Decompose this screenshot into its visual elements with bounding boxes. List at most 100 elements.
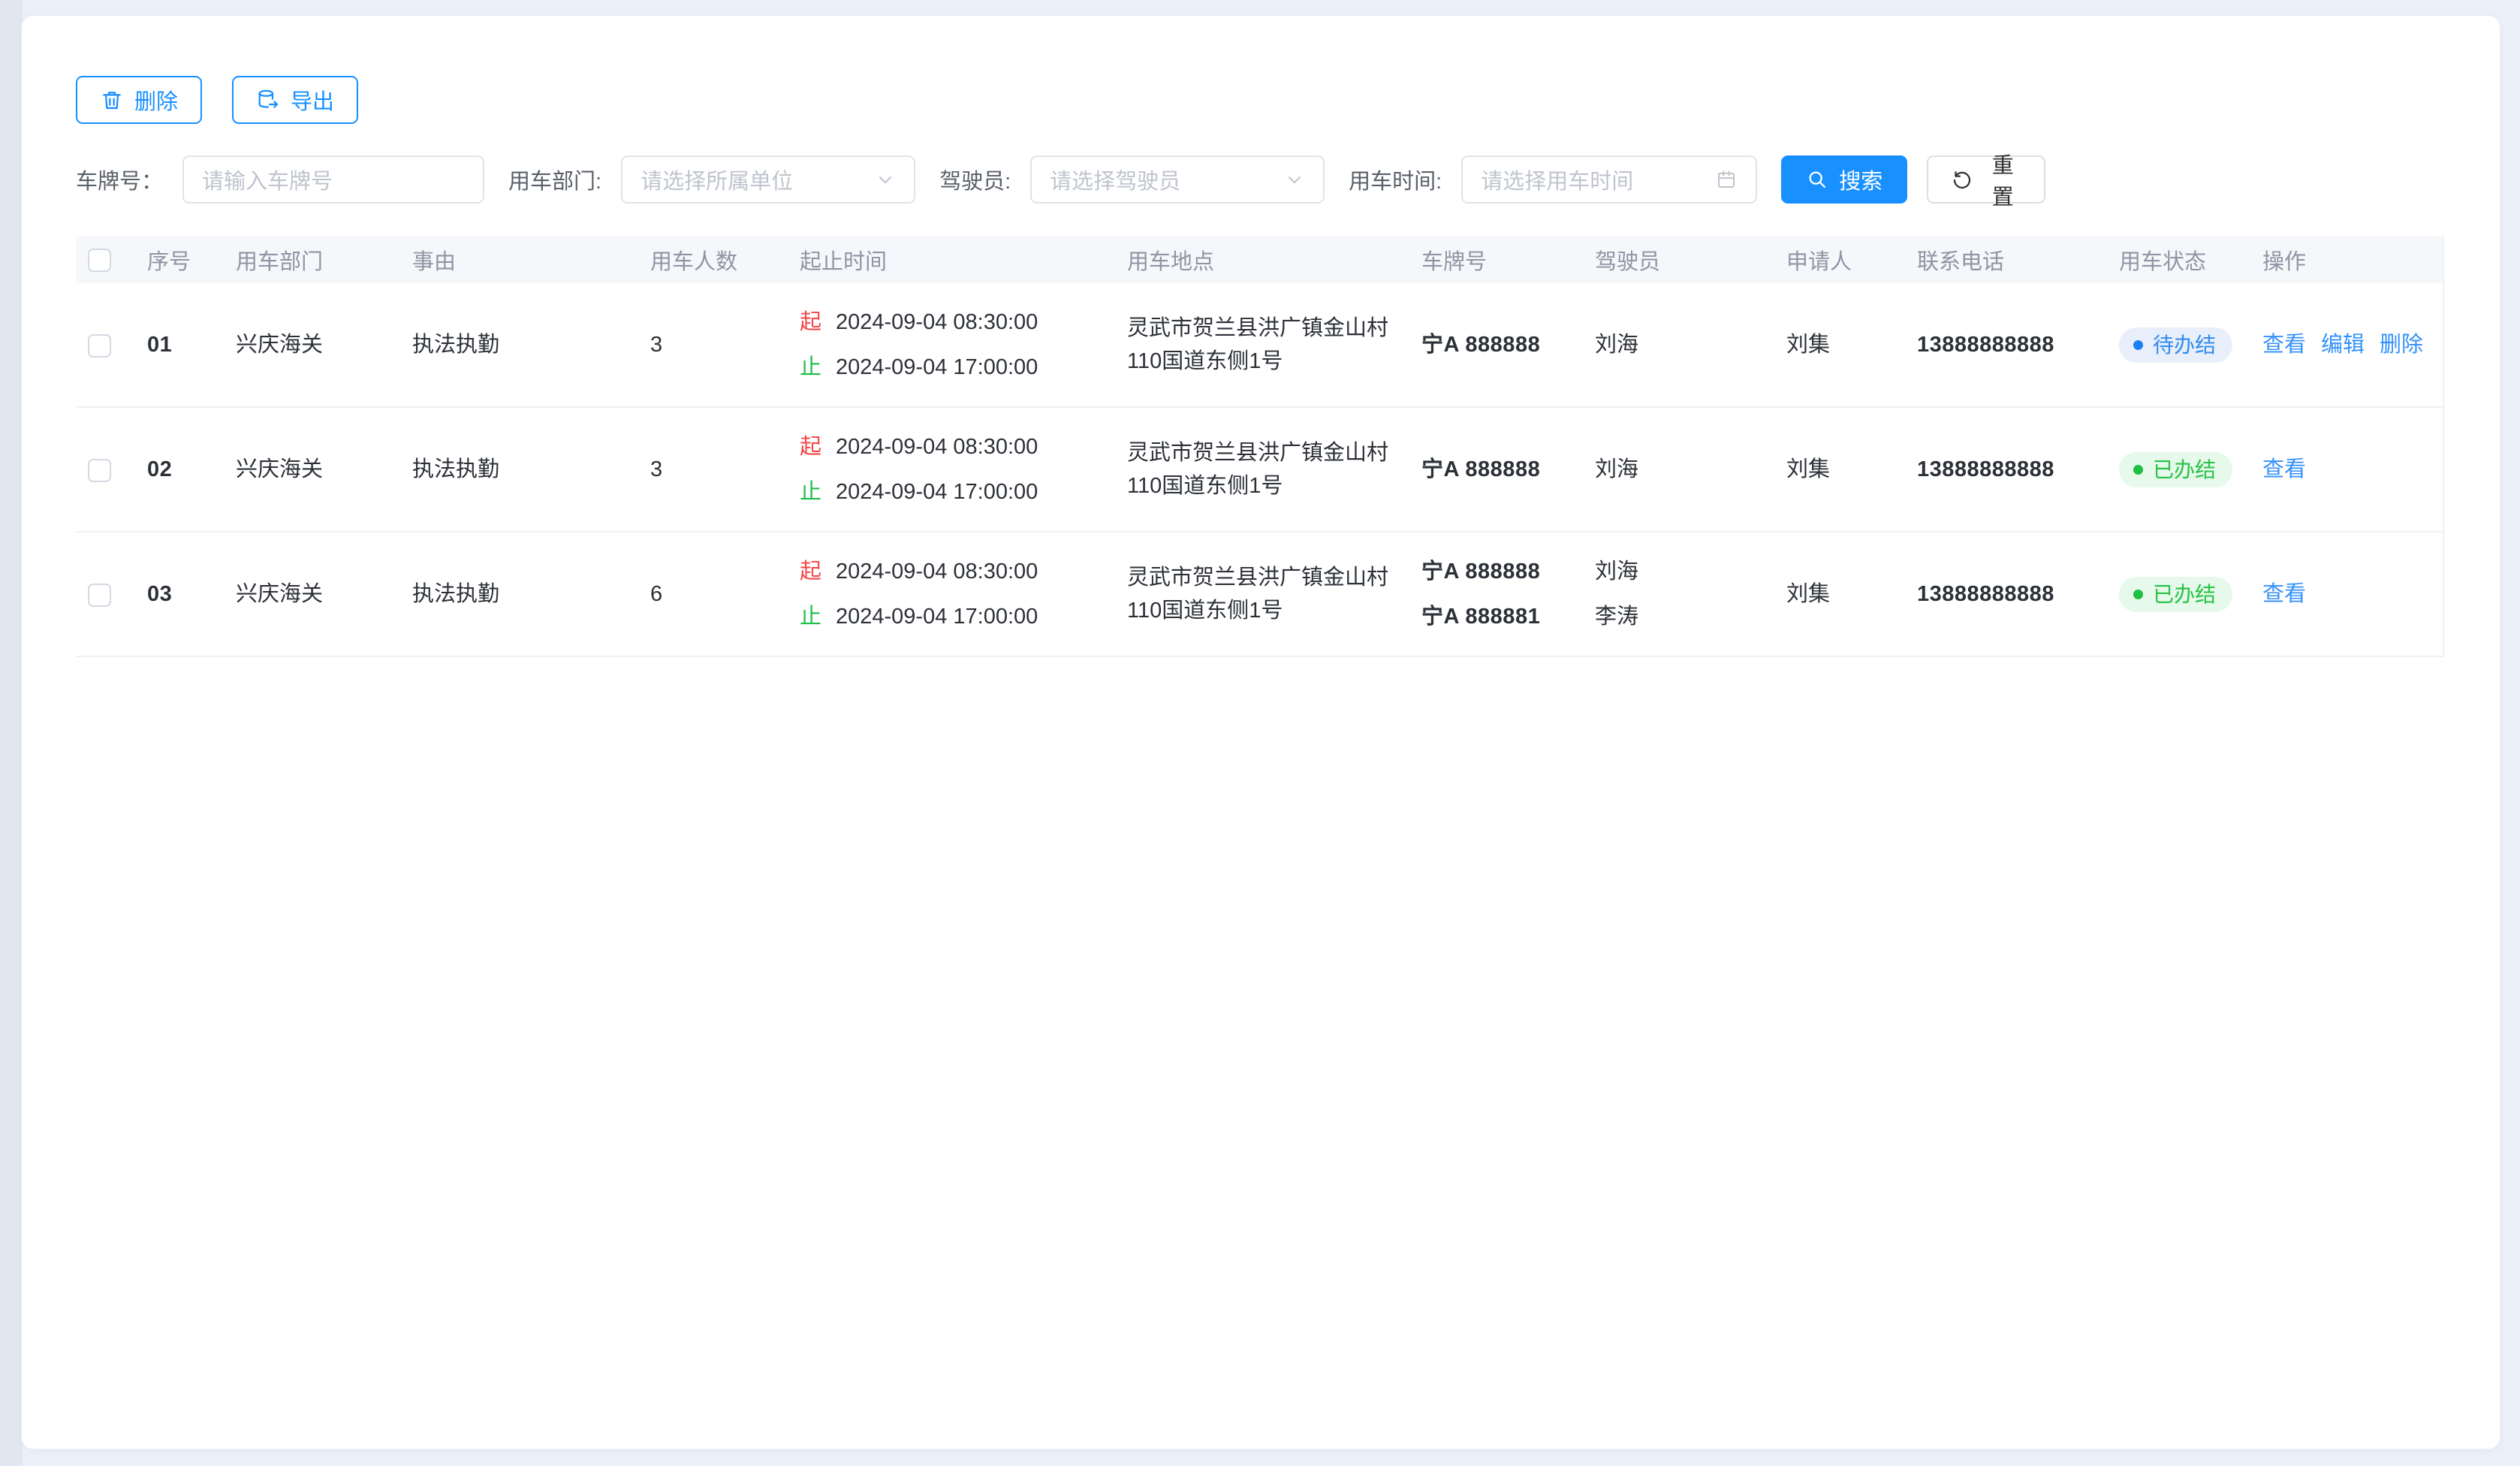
select-all-checkbox[interactable] [88,249,111,272]
time-start-prefix: 起 [800,549,836,594]
reset-button-label: 重置 [1984,148,2021,211]
search-button[interactable]: 搜索 [1781,155,1907,204]
row-people: 6 [650,532,800,656]
row-location: 灵武市贺兰县洪广镇金山村110国道东侧1号 [1127,407,1421,532]
chevron-down-icon [875,169,896,190]
row-action-link[interactable]: 查看 [2262,328,2306,361]
driver-value: 刘海 [1595,322,1774,367]
status-badge: 已办结 [2119,577,2232,612]
time-date-picker[interactable]: 请选择用车时间 [1461,155,1757,204]
row-action-link[interactable]: 删除 [2380,328,2423,361]
plate-input-placeholder: 请输入车牌号 [202,164,333,195]
delete-button-label: 删除 [134,84,178,116]
time-end-value: 2024-09-04 17:00:00 [836,469,1038,514]
row-people: 3 [650,283,800,407]
row-status: 已办结 [2119,532,2262,656]
status-dot-icon [2133,590,2143,599]
calendar-icon [1715,168,1738,191]
plate-value: 宁A 888888 [1421,322,1583,367]
page-left-edge [0,0,23,1466]
driver-select-placeholder: 请选择驾驶员 [1050,164,1180,195]
row-seq: 01 [147,283,236,407]
plate-input[interactable]: 请输入车牌号 [182,155,484,204]
department-filter-label: 用车部门: [508,164,601,195]
row-phone: 13888888888 [1917,407,2119,532]
department-select[interactable]: 请选择所属单位 [621,155,915,204]
table-row: 02 兴庆海关 执法执勤 3 起 2024-09-04 08:30:00 止 2… [76,407,2443,532]
column-header-department: 用车部门 [236,237,412,283]
export-icon [256,88,280,112]
status-dot-icon [2133,340,2143,350]
column-header-driver: 驾驶员 [1595,237,1786,283]
row-checkbox[interactable] [88,584,111,607]
plate-filter-label: 车牌号： [76,164,163,195]
status-dot-icon [2133,465,2143,475]
row-action-link[interactable]: 编辑 [2321,328,2365,361]
time-filter-label: 用车时间: [1349,164,1442,195]
vehicle-table: 序号 用车部门 事由 用车人数 起止时间 用车地点 车牌号 驾驶员 申请人 联系… [76,237,2446,657]
row-actions: 查看 [2262,532,2443,656]
export-button[interactable]: 导出 [232,76,358,124]
row-seq: 02 [147,407,236,532]
column-header-reason: 事由 [412,237,650,283]
delete-button[interactable]: 删除 [76,76,202,124]
row-department: 兴庆海关 [236,283,412,407]
row-applicant: 刘集 [1786,283,1917,407]
chevron-down-icon [1284,169,1305,190]
column-header-plate: 车牌号 [1421,237,1595,283]
row-location: 灵武市贺兰县洪广镇金山村110国道东侧1号 [1127,283,1421,407]
row-plates: 宁A 888888宁A 888881 [1421,532,1595,656]
department-select-placeholder: 请选择所属单位 [641,164,793,195]
row-people: 3 [650,407,800,532]
column-header-phone: 联系电话 [1917,237,2119,283]
row-department: 兴庆海关 [236,532,412,656]
reset-button[interactable]: 重置 [1927,155,2045,204]
search-icon [1806,168,1828,191]
row-reason: 执法执勤 [412,283,650,407]
row-applicant: 刘集 [1786,407,1917,532]
row-checkbox[interactable] [88,459,111,482]
toolbar: 删除 导出 [76,76,2446,124]
column-header-time: 起止时间 [800,237,1127,283]
status-badge: 待办结 [2119,327,2232,363]
row-department: 兴庆海关 [236,407,412,532]
time-end-prefix: 止 [800,469,836,514]
row-plates: 宁A 888888 [1421,283,1595,407]
driver-value: 刘海 [1595,447,1774,492]
row-status: 已办结 [2119,407,2262,532]
row-drivers: 刘海 [1595,407,1786,532]
time-start-value: 2024-09-04 08:30:00 [836,424,1038,469]
plate-value: 宁A 888888 [1421,549,1583,594]
column-header-location: 用车地点 [1127,237,1421,283]
row-action-link[interactable]: 查看 [2262,578,2306,611]
row-action-link[interactable]: 查看 [2262,453,2306,486]
row-status: 待办结 [2119,283,2262,407]
table-row: 01 兴庆海关 执法执勤 3 起 2024-09-04 08:30:00 止 2… [76,283,2443,407]
time-end-value: 2024-09-04 17:00:00 [836,345,1038,390]
page-background: 删除 导出 车牌号： 请输入车牌号 用车部门: [0,0,2520,1466]
time-start-value: 2024-09-04 08:30:00 [836,549,1038,594]
row-actions: 查看 [2262,407,2443,532]
row-location: 灵武市贺兰县洪广镇金山村110国道东侧1号 [1127,532,1421,656]
row-seq: 03 [147,532,236,656]
row-time: 起 2024-09-04 08:30:00 止 2024-09-04 17:00… [800,532,1127,656]
time-start-value: 2024-09-04 08:30:00 [836,300,1038,345]
column-header-actions: 操作 [2262,237,2443,283]
status-label: 已办结 [2153,578,2216,611]
row-checkbox[interactable] [88,334,111,357]
time-end-prefix: 止 [800,345,836,390]
trash-icon [100,88,124,112]
table-row: 03 兴庆海关 执法执勤 6 起 2024-09-04 08:30:00 止 2… [76,532,2443,656]
row-drivers: 刘海 [1595,283,1786,407]
row-reason: 执法执勤 [412,407,650,532]
column-header-people: 用车人数 [650,237,800,283]
row-plates: 宁A 888888 [1421,407,1595,532]
row-phone: 13888888888 [1917,532,2119,656]
driver-select[interactable]: 请选择驾驶员 [1030,155,1325,204]
driver-value: 李涛 [1595,594,1774,639]
search-button-label: 搜索 [1839,164,1882,195]
row-drivers: 刘海李涛 [1595,532,1786,656]
row-phone: 13888888888 [1917,283,2119,407]
row-time: 起 2024-09-04 08:30:00 止 2024-09-04 17:00… [800,283,1127,407]
filter-bar: 车牌号： 请输入车牌号 用车部门: 请选择所属单位 驾驶员: 请选择驾驶员 用车… [76,155,2446,204]
